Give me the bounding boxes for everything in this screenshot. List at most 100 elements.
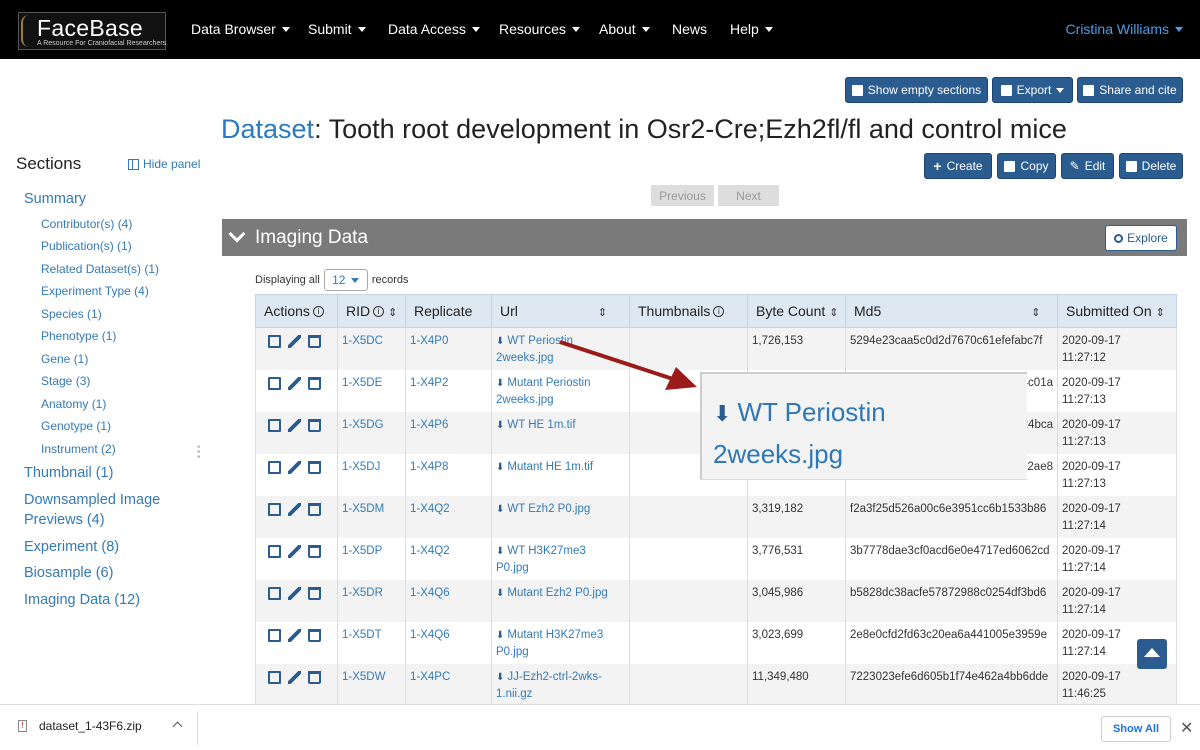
- view-details-icon[interactable]: [268, 586, 281, 600]
- chevron-up-icon[interactable]: [172, 721, 183, 732]
- delete-trash-icon[interactable]: [308, 628, 321, 642]
- facebase-logo[interactable]: FaceBase A Resource For Craniofacial Res…: [18, 12, 166, 50]
- edit-button[interactable]: ✎ Edit: [1061, 153, 1114, 179]
- delete-trash-icon[interactable]: [308, 586, 321, 600]
- url-download-link[interactable]: ⬇ Mutant Ezh2 P0.jpg: [491, 579, 630, 622]
- chevron-down-icon[interactable]: [228, 225, 246, 243]
- rid-link[interactable]: 1-X5DM: [337, 495, 406, 538]
- rid-link[interactable]: 1-X5DC: [337, 327, 406, 370]
- delete-trash-icon[interactable]: [308, 376, 321, 390]
- replicate-link[interactable]: 1-X4Q2: [405, 495, 492, 538]
- col-md5[interactable]: Md5 ⇕: [845, 294, 1058, 328]
- view-details-icon[interactable]: [268, 376, 281, 390]
- url-download-link[interactable]: ⬇ JJ-Ezh2-ctrl-2wks- 1.nii.gz: [491, 663, 630, 706]
- rid-link[interactable]: 1-X5DP: [337, 537, 406, 580]
- sidebar-item-stage[interactable]: Stage (3): [41, 374, 90, 388]
- col-byte-count[interactable]: Byte Count ⇕: [747, 294, 846, 328]
- url-download-link[interactable]: ⬇ Mutant HE 1m.tif: [491, 453, 630, 496]
- rid-link[interactable]: 1-X5DW: [337, 663, 406, 706]
- info-icon[interactable]: i: [373, 306, 385, 317]
- copy-button[interactable]: Copy: [997, 153, 1056, 179]
- rid-link[interactable]: 1-X5DT: [337, 621, 406, 664]
- edit-pencil-icon[interactable]: [288, 418, 301, 432]
- nav-data-access[interactable]: Data Access: [388, 21, 480, 37]
- hide-panel-link[interactable]: Hide panel: [128, 157, 200, 171]
- explore-button[interactable]: Explore: [1105, 225, 1177, 251]
- previous-button[interactable]: Previous: [651, 185, 714, 206]
- view-details-icon[interactable]: [268, 502, 281, 516]
- sidebar-item-biosample[interactable]: Biosample (6): [24, 565, 113, 581]
- sort-icon[interactable]: ⇕: [829, 306, 838, 319]
- sort-icon[interactable]: ⇕: [598, 306, 607, 319]
- info-icon[interactable]: i: [312, 306, 324, 317]
- edit-pencil-icon[interactable]: [288, 544, 301, 558]
- sidebar-item-experiment[interactable]: Experiment (8): [24, 539, 119, 555]
- url-download-link[interactable]: ⬇ Mutant H3K27me3 P0.jpg: [491, 621, 630, 664]
- scroll-to-top-button[interactable]: [1137, 639, 1167, 669]
- replicate-link[interactable]: 1-X4PC: [405, 663, 492, 706]
- sort-icon[interactable]: ⇕: [388, 306, 397, 319]
- replicate-link[interactable]: 1-X4P8: [405, 453, 492, 496]
- delete-trash-icon[interactable]: [308, 418, 321, 432]
- col-submitted-on[interactable]: Submitted On ⇕: [1057, 294, 1177, 328]
- sidebar-item-summary[interactable]: Summary: [24, 191, 86, 207]
- show-all-button[interactable]: Show All: [1101, 716, 1171, 742]
- edit-pencil-icon[interactable]: [288, 670, 301, 684]
- col-replicate[interactable]: Replicate: [405, 294, 492, 328]
- sidebar-item-experiment-type[interactable]: Experiment Type (4): [41, 284, 149, 298]
- sidebar-item-species[interactable]: Species (1): [41, 307, 102, 321]
- sidebar-item-related-datasets[interactable]: Related Dataset(s) (1): [41, 262, 159, 276]
- delete-trash-icon[interactable]: [308, 544, 321, 558]
- sidebar-item-downsampled-previews[interactable]: Downsampled Image: [24, 492, 160, 508]
- page-size-select[interactable]: 12: [323, 269, 368, 291]
- nav-data-browser[interactable]: Data Browser: [191, 21, 290, 37]
- user-menu[interactable]: Cristina Williams: [1066, 21, 1183, 37]
- replicate-link[interactable]: 1-X4P0: [405, 327, 492, 370]
- nav-submit[interactable]: Submit: [308, 21, 366, 37]
- sidebar-item-instrument[interactable]: Instrument (2): [41, 442, 116, 456]
- create-button[interactable]: + Create: [924, 153, 992, 179]
- url-download-link[interactable]: ⬇ WT HE 1m.tif: [491, 411, 630, 454]
- delete-trash-icon[interactable]: [308, 670, 321, 684]
- export-button[interactable]: Export: [992, 77, 1073, 103]
- replicate-link[interactable]: 1-X4Q2: [405, 537, 492, 580]
- view-details-icon[interactable]: [268, 418, 281, 432]
- edit-pencil-icon[interactable]: [288, 335, 301, 348]
- url-download-link[interactable]: ⬇ WT Ezh2 P0.jpg: [491, 495, 630, 538]
- edit-pencil-icon[interactable]: [288, 502, 301, 516]
- sidebar-item-imaging-data[interactable]: Imaging Data (12): [24, 592, 140, 608]
- sort-icon[interactable]: ⇕: [1156, 306, 1165, 319]
- nav-help[interactable]: Help: [730, 21, 773, 37]
- share-and-cite-button[interactable]: Share and cite: [1077, 77, 1183, 103]
- sidebar-item-anatomy[interactable]: Anatomy (1): [41, 397, 106, 411]
- download-item[interactable]: ! dataset_1-43F6.zip: [18, 719, 142, 733]
- close-icon[interactable]: ✕: [1180, 718, 1193, 738]
- imaging-data-section-header[interactable]: Imaging Data: [222, 219, 1187, 256]
- view-details-icon[interactable]: [268, 628, 281, 642]
- delete-button[interactable]: Delete: [1119, 153, 1183, 179]
- replicate-link[interactable]: 1-X4P2: [405, 369, 492, 412]
- rid-link[interactable]: 1-X5DG: [337, 411, 406, 454]
- edit-pencil-icon[interactable]: [288, 628, 301, 642]
- url-download-link[interactable]: ⬇ WT H3K27me3 P0.jpg: [491, 537, 630, 580]
- show-empty-sections-button[interactable]: Show empty sections: [845, 77, 988, 103]
- nav-about[interactable]: About: [599, 21, 650, 37]
- replicate-link[interactable]: 1-X4Q6: [405, 579, 492, 622]
- sidebar-item-thumbnail[interactable]: Thumbnail (1): [24, 465, 113, 481]
- sidebar-item-contributors[interactable]: Contributor(s) (4): [41, 217, 132, 231]
- sidebar-item-phenotype[interactable]: Phenotype (1): [41, 329, 116, 343]
- sidebar-item-publications[interactable]: Publication(s) (1): [41, 239, 132, 253]
- col-rid[interactable]: RID i ⇕: [337, 294, 406, 328]
- edit-pencil-icon[interactable]: [288, 376, 301, 390]
- delete-trash-icon[interactable]: [308, 502, 321, 516]
- sort-icon[interactable]: ⇕: [1031, 306, 1040, 319]
- rid-link[interactable]: 1-X5DR: [337, 579, 406, 622]
- view-details-icon[interactable]: [268, 670, 281, 684]
- dataset-type-link[interactable]: Dataset: [221, 114, 314, 144]
- sidebar-item-genotype[interactable]: Genotype (1): [41, 419, 111, 433]
- nav-news[interactable]: News: [672, 21, 707, 37]
- nav-resources[interactable]: Resources: [499, 21, 580, 37]
- sidebar-item-gene[interactable]: Gene (1): [41, 352, 88, 366]
- resize-handle-icon[interactable]: • • •: [197, 443, 201, 463]
- view-details-icon[interactable]: [268, 544, 281, 558]
